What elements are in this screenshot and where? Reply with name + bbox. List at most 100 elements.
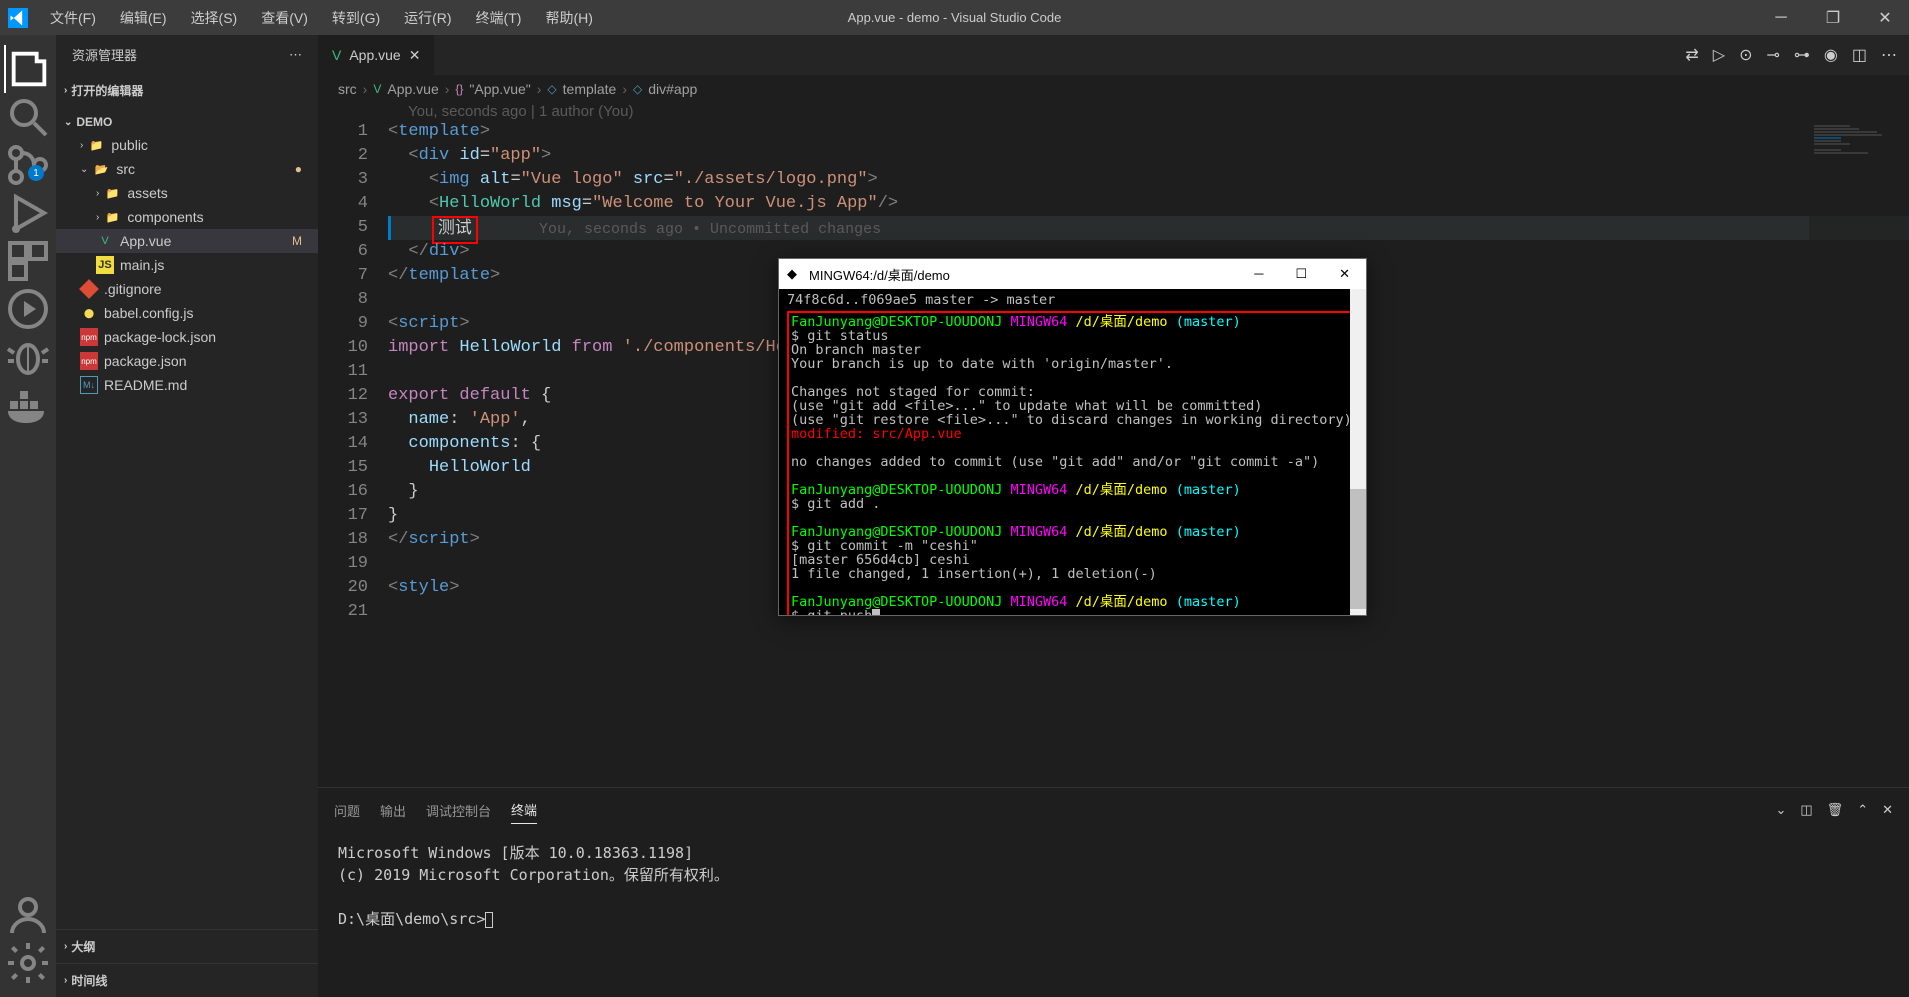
vue-icon: V — [332, 47, 341, 63]
annotate-icon[interactable]: ◉ — [1824, 45, 1838, 65]
activity-run[interactable] — [4, 189, 52, 237]
run-icon[interactable]: ▷ — [1713, 45, 1725, 65]
gitlens-header: You, seconds ago | 1 author (You) — [318, 103, 1909, 120]
npm-icon: npm — [80, 328, 98, 346]
compare-icon[interactable]: ⇄ — [1685, 45, 1698, 65]
activity-accounts[interactable] — [4, 891, 52, 939]
menu-view[interactable]: 查看(V) — [251, 4, 318, 32]
menu-file[interactable]: 文件(F) — [40, 4, 106, 32]
sidebar-title: 资源管理器 ⋯ — [56, 35, 318, 74]
outline-section[interactable]: › 大纲 — [56, 929, 318, 963]
menu-help[interactable]: 帮助(H) — [535, 4, 602, 32]
titlebar: 文件(F) 编辑(E) 选择(S) 查看(V) 转到(G) 运行(R) 终端(T… — [0, 0, 1909, 35]
folder-src[interactable]: ⌄ 📂 src ● — [56, 157, 318, 181]
sidebar-more-icon[interactable]: ⋯ — [289, 47, 302, 63]
panel-tab-output[interactable]: 输出 — [380, 797, 406, 824]
activity-search[interactable] — [4, 93, 52, 141]
modified-status: M — [292, 234, 302, 248]
menu-terminal[interactable]: 终端(T) — [466, 4, 532, 32]
vue-icon: V — [373, 82, 381, 96]
prev-icon[interactable]: ⊸ — [1767, 45, 1780, 65]
tab-app-vue[interactable]: V App.vue ✕ — [318, 35, 435, 75]
chevron-right-icon: › — [96, 212, 99, 223]
split-terminal-icon[interactable]: ◫ — [1800, 802, 1812, 818]
file-app-vue[interactable]: V App.vue M — [56, 229, 318, 253]
menu-selection[interactable]: 选择(S) — [181, 4, 248, 32]
vscode-icon — [8, 8, 28, 28]
file-package-lock[interactable]: npm package-lock.json — [56, 325, 318, 349]
js-icon: JS — [96, 256, 114, 274]
activity-explorer[interactable] — [4, 45, 52, 93]
breadcrumb[interactable]: src› V App.vue› {} "App.vue"› ◇ template… — [318, 75, 1909, 103]
git-maximize-button[interactable]: ☐ — [1287, 264, 1315, 284]
activity-extensions[interactable] — [4, 237, 52, 285]
project-section[interactable]: ⌄ DEMO — [56, 111, 318, 133]
tab-close-button[interactable]: ✕ — [409, 47, 421, 64]
split-icon[interactable]: ◫ — [1852, 45, 1867, 65]
git-titlebar[interactable]: ◆ MINGW64:/d/桌面/demo ─ ☐ ✕ — [779, 259, 1366, 289]
activity-live[interactable] — [4, 285, 52, 333]
close-panel-icon[interactable]: ✕ — [1882, 802, 1893, 818]
mingw-icon: ◆ — [787, 266, 803, 282]
panel-tab-terminal[interactable]: 终端 — [511, 796, 537, 824]
close-button[interactable]: ✕ — [1869, 6, 1901, 30]
folder-icon: 📁 — [103, 208, 121, 226]
minimap[interactable] — [1809, 120, 1909, 787]
vue-icon: V — [96, 232, 114, 250]
activity-settings[interactable] — [4, 939, 52, 987]
file-babel-config[interactable]: ⬤ babel.config.js — [56, 301, 318, 325]
folder-public[interactable]: › 📁 public — [56, 133, 318, 157]
braces-icon: {} — [455, 82, 463, 96]
git-bash-window[interactable]: ◆ MINGW64:/d/桌面/demo ─ ☐ ✕ 74f8c6d..f069… — [778, 258, 1367, 616]
menu-go[interactable]: 转到(G) — [322, 4, 390, 32]
folder-components[interactable]: › 📁 components — [56, 205, 318, 229]
chevron-right-icon: › — [64, 85, 67, 96]
git-icon — [80, 280, 98, 298]
git-scrollbar[interactable] — [1350, 289, 1366, 615]
file-main-js[interactable]: JS main.js — [56, 253, 318, 277]
panel-tab-debug[interactable]: 调试控制台 — [426, 797, 491, 824]
editor-tabs: V App.vue ✕ ⇄ ▷ ⊙ ⊸ ⊶ ◉ ◫ ⋯ — [318, 35, 1909, 75]
open-editors-section[interactable]: › 打开的编辑器 — [56, 78, 318, 103]
terminal-dropdown[interactable]: ⌄ — [1775, 802, 1786, 818]
window-title: App.vue - demo - Visual Studio Code — [848, 10, 1062, 25]
activity-docker[interactable] — [4, 381, 52, 429]
activity-scm[interactable]: 1 — [4, 141, 52, 189]
folder-assets[interactable]: › 📁 assets — [56, 181, 318, 205]
sidebar: 资源管理器 ⋯ › 打开的编辑器 ⌄ DEMO › 📁 public ⌄ 📂 s… — [56, 35, 318, 997]
modified-dot-icon: ● — [295, 162, 302, 176]
file-gitignore[interactable]: .gitignore — [56, 277, 318, 301]
chevron-right-icon: › — [80, 140, 83, 151]
chevron-right-icon: › — [96, 188, 99, 199]
maximize-button[interactable]: ❐ — [1817, 6, 1849, 30]
activity-bug[interactable] — [4, 333, 52, 381]
menu-run[interactable]: 运行(R) — [394, 4, 461, 32]
panel-tabs: 问题 输出 调试控制台 终端 ⌄ ◫ 🗑 ⌃ ✕ — [318, 788, 1909, 832]
chevron-right-icon: › — [64, 975, 67, 986]
chevron-down-icon: ⌄ — [80, 164, 88, 175]
template-icon: ◇ — [547, 82, 556, 96]
file-package-json[interactable]: npm package.json — [56, 349, 318, 373]
activity-bar: 1 — [0, 35, 56, 997]
menu-edit[interactable]: 编辑(E) — [110, 4, 177, 32]
minimize-button[interactable]: ─ — [1765, 6, 1797, 30]
more-icon[interactable]: ⋯ — [1881, 45, 1897, 65]
babel-icon: ⬤ — [80, 304, 98, 322]
git-close-button[interactable]: ✕ — [1331, 264, 1358, 284]
panel-tab-problems[interactable]: 问题 — [334, 797, 360, 824]
chevron-right-icon: › — [64, 941, 67, 952]
next-icon[interactable]: ⊶ — [1794, 45, 1810, 65]
maximize-panel-icon[interactable]: ⌃ — [1857, 802, 1868, 818]
git-minimize-button[interactable]: ─ — [1246, 264, 1271, 284]
chevron-down-icon: ⌄ — [64, 117, 72, 128]
folder-icon: 📁 — [87, 136, 105, 154]
terminal-content[interactable]: Microsoft Windows [版本 10.0.18363.1198] (… — [318, 832, 1909, 997]
panel: 问题 输出 调试控制台 终端 ⌄ ◫ 🗑 ⌃ ✕ Microsoft Windo… — [318, 787, 1909, 997]
file-readme[interactable]: M↓ README.md — [56, 373, 318, 397]
git-icon[interactable]: ⊙ — [1739, 45, 1752, 65]
git-terminal-content[interactable]: 74f8c6d..f069ae5 master -> master FanJun… — [779, 289, 1366, 615]
window-controls: ─ ❐ ✕ — [1765, 6, 1901, 30]
timeline-section[interactable]: › 时间线 — [56, 963, 318, 997]
scm-badge: 1 — [28, 165, 44, 181]
kill-terminal-icon[interactable]: 🗑 — [1827, 802, 1844, 818]
